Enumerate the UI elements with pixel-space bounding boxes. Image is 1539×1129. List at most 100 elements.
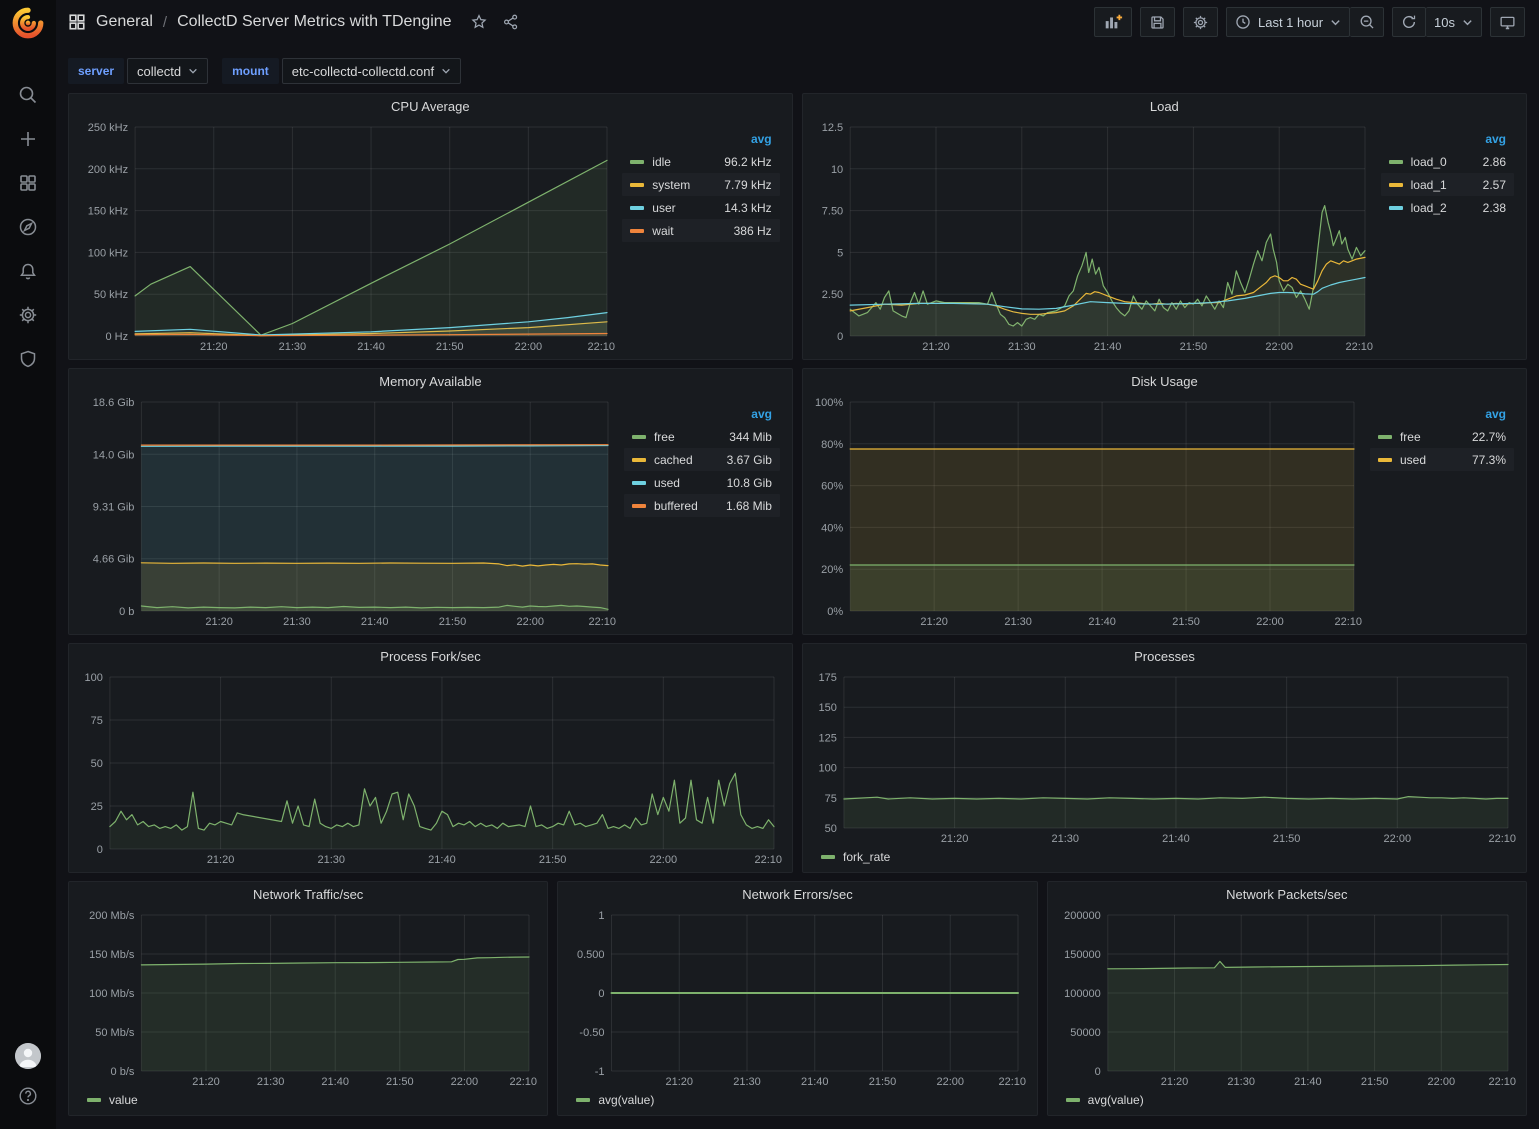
legend-item[interactable]: used10.8 Gib [624, 471, 780, 494]
legend-item[interactable]: fork_rate [821, 850, 890, 864]
svg-text:100 kHz: 100 kHz [88, 247, 128, 259]
variable-server-select[interactable]: collectd [127, 58, 208, 84]
panel-title[interactable]: CPU Average [69, 94, 792, 120]
legend-item[interactable]: avg(value) [1066, 1093, 1144, 1107]
legend-value: 2.57 [1467, 178, 1506, 192]
refresh-button[interactable] [1392, 7, 1426, 37]
svg-text:14.0 Gib: 14.0 Gib [93, 449, 135, 461]
panel-title[interactable]: Load [803, 94, 1526, 120]
legend-label[interactable]: user [652, 201, 708, 215]
help-question-icon[interactable] [10, 1081, 46, 1111]
legend-item[interactable]: idle96.2 kHz [622, 150, 779, 173]
share-icon[interactable] [502, 13, 520, 31]
search-icon[interactable] [10, 80, 46, 110]
user-avatar[interactable] [15, 1043, 41, 1069]
legend-label[interactable]: free [1400, 430, 1456, 444]
svg-text:200 Mb/s: 200 Mb/s [89, 910, 135, 922]
svg-text:125: 125 [819, 732, 837, 744]
panel-title[interactable]: Network Traffic/sec [69, 882, 547, 908]
legend-label[interactable]: idle [652, 155, 708, 169]
time-range-picker[interactable]: Last 1 hour [1226, 7, 1350, 37]
template-variables: server collectd mount etc-collectd-colle… [56, 44, 1539, 84]
server-admin-shield-icon[interactable] [10, 344, 46, 374]
legend-avg-header[interactable]: avg [1370, 407, 1514, 425]
legend-label[interactable]: buffered [654, 499, 710, 513]
legend-label[interactable]: system [652, 178, 708, 192]
star-icon[interactable] [470, 13, 488, 31]
network-packets-legend: avg(value) [1056, 1090, 1518, 1111]
legend-label[interactable]: avg(value) [1088, 1093, 1144, 1107]
zoom-out-button[interactable] [1350, 7, 1384, 37]
legend-item[interactable]: user14.3 kHz [622, 196, 779, 219]
dashboard-settings-button[interactable] [1183, 7, 1218, 37]
legend-label[interactable]: wait [652, 224, 708, 238]
network-packets-chart: 05000010000015000020000021:2021:3021:402… [1056, 908, 1518, 1090]
configuration-gear-icon[interactable] [10, 300, 46, 330]
legend-label[interactable]: used [1400, 453, 1456, 467]
legend-label[interactable]: load_2 [1411, 201, 1467, 215]
grafana-logo-icon[interactable] [11, 6, 45, 40]
legend-item[interactable]: load_02.86 [1381, 150, 1514, 173]
panel-title[interactable]: Network Errors/sec [558, 882, 1036, 908]
variable-mount: mount etc-collectd-collectd.conf [222, 58, 461, 84]
svg-text:50 Mb/s: 50 Mb/s [95, 1027, 135, 1039]
panel-title[interactable]: Processes [803, 644, 1526, 670]
legend-label[interactable]: value [109, 1093, 138, 1107]
legend-item[interactable]: free344 Mib [624, 425, 780, 448]
svg-text:21:50: 21:50 [1273, 833, 1301, 845]
panel-title[interactable]: Network Packets/sec [1048, 882, 1526, 908]
legend-item[interactable]: free22.7% [1370, 425, 1514, 448]
kiosk-mode-button[interactable] [1490, 7, 1525, 37]
svg-text:21:50: 21:50 [539, 854, 567, 866]
svg-text:0: 0 [97, 844, 103, 856]
dashboards-grid-icon[interactable] [10, 168, 46, 198]
svg-text:200 kHz: 200 kHz [88, 164, 128, 176]
panel-title[interactable]: Disk Usage [803, 369, 1526, 395]
create-plus-icon[interactable] [10, 124, 46, 154]
page-title[interactable]: CollectD Server Metrics with TDengine [177, 13, 451, 31]
legend-item[interactable]: used77.3% [1370, 448, 1514, 471]
legend-label[interactable]: load_0 [1411, 155, 1467, 169]
variable-mount-select[interactable]: etc-collectd-collectd.conf [282, 58, 461, 84]
svg-text:22:10: 22:10 [1345, 341, 1373, 353]
legend-item[interactable]: system7.79 kHz [622, 173, 779, 196]
explore-compass-icon[interactable] [10, 212, 46, 242]
legend-label[interactable]: free [654, 430, 710, 444]
svg-text:21:30: 21:30 [257, 1076, 285, 1088]
legend-item[interactable]: cached3.67 Gib [624, 448, 780, 471]
legend-item[interactable]: value [87, 1093, 138, 1107]
legend-item[interactable]: buffered1.68 Mib [624, 494, 780, 517]
svg-text:21:50: 21:50 [1360, 1076, 1388, 1088]
legend-label[interactable]: load_1 [1411, 178, 1467, 192]
refresh-interval-picker[interactable]: 10s [1426, 7, 1482, 37]
gear-icon [1192, 14, 1209, 31]
legend-item[interactable]: avg(value) [576, 1093, 654, 1107]
legend-label[interactable]: avg(value) [598, 1093, 654, 1107]
disk-usage-legend: avgfree22.7%used77.3% [1364, 395, 1518, 630]
legend-avg-header[interactable]: avg [622, 132, 779, 150]
legend-label[interactable]: fork_rate [843, 850, 890, 864]
memory-available-chart: 0 b4.66 Gib9.31 Gib14.0 Gib18.6 Gib21:20… [77, 395, 618, 630]
legend-value: 14.3 kHz [708, 201, 771, 215]
save-dashboard-button[interactable] [1140, 7, 1175, 37]
breadcrumb-folder[interactable]: General [96, 13, 153, 31]
alerting-bell-icon[interactable] [10, 256, 46, 286]
legend-avg-header[interactable]: avg [1381, 132, 1514, 150]
panel-title[interactable]: Memory Available [69, 369, 792, 395]
svg-text:5: 5 [837, 247, 843, 259]
legend-label[interactable]: used [654, 476, 710, 490]
refresh-interval-label: 10s [1434, 15, 1455, 30]
legend-item[interactable]: wait386 Hz [622, 219, 779, 242]
legend-swatch-icon [1378, 458, 1392, 462]
legend-item[interactable]: load_12.57 [1381, 173, 1514, 196]
dashboards-grid-icon[interactable] [68, 13, 86, 31]
svg-text:100: 100 [85, 672, 103, 684]
add-panel-button[interactable] [1094, 7, 1132, 37]
svg-text:21:20: 21:20 [1160, 1076, 1188, 1088]
legend-item[interactable]: load_22.38 [1381, 196, 1514, 219]
panel-title[interactable]: Process Fork/sec [69, 644, 792, 670]
legend-label[interactable]: cached [654, 453, 710, 467]
legend-value: 96.2 kHz [708, 155, 771, 169]
legend-avg-header[interactable]: avg [624, 407, 780, 425]
svg-text:21:30: 21:30 [734, 1076, 762, 1088]
